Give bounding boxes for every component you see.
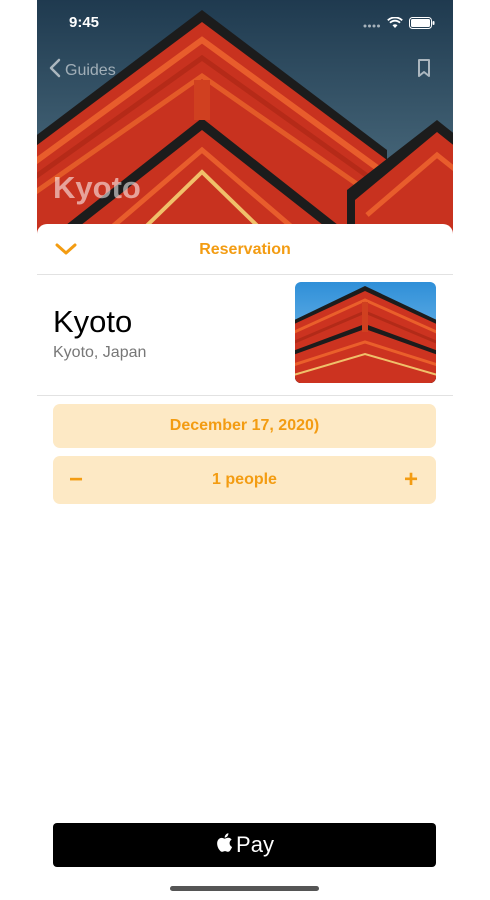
place-summary: Kyoto Kyoto, Japan <box>37 275 453 396</box>
status-icons <box>363 16 435 34</box>
bookmark-button[interactable] <box>417 58 431 83</box>
bookmark-icon <box>417 59 431 82</box>
place-name: Kyoto <box>53 304 133 339</box>
people-stepper: − 1 people + <box>53 456 436 504</box>
phone-screen: 9:45 Guides Kyoto Reservation Kyoto Kyot… <box>37 0 453 900</box>
people-count: 1 people <box>212 471 277 488</box>
back-label: Guides <box>65 61 116 79</box>
wifi-icon <box>387 16 403 34</box>
sheet-title: Reservation <box>199 241 291 258</box>
date-picker-button[interactable]: December 17, 2020) <box>53 404 436 448</box>
apple-logo-icon <box>215 832 233 859</box>
signal-icon <box>363 16 381 34</box>
hero-image: 9:45 Guides Kyoto <box>37 0 453 240</box>
sheet-header: Reservation <box>37 224 453 275</box>
place-subtitle: Kyoto, Japan <box>53 344 147 361</box>
back-button[interactable]: Guides <box>49 58 116 83</box>
battery-icon <box>409 16 435 34</box>
chevron-left-icon <box>49 58 61 83</box>
hero-title: Kyoto <box>53 170 141 205</box>
date-label: December 17, 2020) <box>169 417 320 434</box>
home-indicator <box>170 886 319 891</box>
place-thumbnail <box>295 282 436 383</box>
pay-label: Pay <box>236 832 274 857</box>
increment-button[interactable]: + <box>404 456 418 504</box>
reservation-sheet: Reservation Kyoto Kyoto, Japan December … <box>37 224 453 900</box>
decrement-button[interactable]: − <box>69 456 83 504</box>
status-time: 9:45 <box>69 14 100 31</box>
apple-pay-button[interactable]: Pay <box>53 823 436 867</box>
